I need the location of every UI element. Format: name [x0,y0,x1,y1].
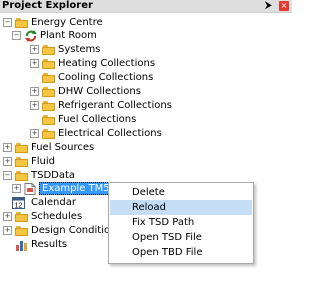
folder-icon [15,142,29,153]
tree-item-label: Results [31,239,68,250]
expander-toggle[interactable]: + [30,59,39,68]
expander-toggle[interactable]: − [3,18,12,27]
folder-icon [42,128,56,139]
refresh-arrows-icon [24,30,38,42]
calendar-icon: 12 [12,197,26,210]
expander-toggle[interactable]: − [12,31,21,40]
expander-toggle[interactable]: + [12,184,21,193]
folder-icon [42,44,56,55]
tree-item-label: Fluid [31,156,55,167]
tree-item-label: TSDData [31,170,76,181]
folder-icon [15,170,29,181]
tree-item-label: Fuel Collections [58,114,137,125]
menu-item-open-tbd-file[interactable]: Open TBD File [110,245,252,260]
tree-item-label: Calendar [31,197,76,208]
close-icon[interactable]: × [279,1,289,11]
expander-toggle[interactable]: − [3,171,12,180]
folder-icon [15,17,29,28]
tsd-file-icon [24,183,38,195]
expander-toggle[interactable]: + [30,101,39,110]
tree-item-label: Schedules [31,211,83,222]
panel-titlebar: Project Explorer ⮞ × [0,0,292,13]
tree-item-label: Electrical Collections [58,128,162,139]
folder-icon [42,100,56,111]
folder-icon [42,72,56,83]
folder-icon [15,225,29,236]
folder-icon [42,86,56,97]
pin-icon[interactable]: ⮞ [265,0,272,12]
tree-item-label: DHW Collections [58,86,141,97]
folder-icon [42,114,56,125]
tree-item-label: Systems [58,44,101,55]
calendar-day-number: 12 [15,203,23,210]
expander-toggle[interactable]: + [30,129,39,138]
menu-item-reload[interactable]: Reload [110,200,252,215]
expander-toggle[interactable]: + [3,212,12,221]
tree-item-label: Cooling Collections [58,72,154,83]
menu-item-delete[interactable]: Delete [110,185,252,200]
menu-item-open-tsd-file[interactable]: Open TSD File [110,230,252,245]
panel-title: Project Explorer [2,0,93,11]
tree-item-label: Plant Room [40,30,97,41]
expander-toggle[interactable]: + [30,87,39,96]
bar-chart-icon [15,239,29,251]
folder-icon [15,211,29,222]
expander-toggle[interactable]: + [30,45,39,54]
folder-icon [15,156,29,167]
expander-toggle[interactable]: + [3,157,12,166]
tree-item-label: Refrigerant Collections [58,100,172,111]
context-menu: Delete Reload Fix TSD Path Open TSD File… [108,182,254,264]
tree-item-label: Fuel Sources [31,142,95,153]
tree-item-label: Energy Centre [31,17,103,28]
expander-toggle[interactable]: + [3,143,12,152]
tree-item-label: Heating Collections [58,58,156,69]
expander-toggle[interactable]: + [3,226,12,235]
folder-icon [42,58,56,69]
menu-item-fix-tsd-path[interactable]: Fix TSD Path [110,215,252,230]
